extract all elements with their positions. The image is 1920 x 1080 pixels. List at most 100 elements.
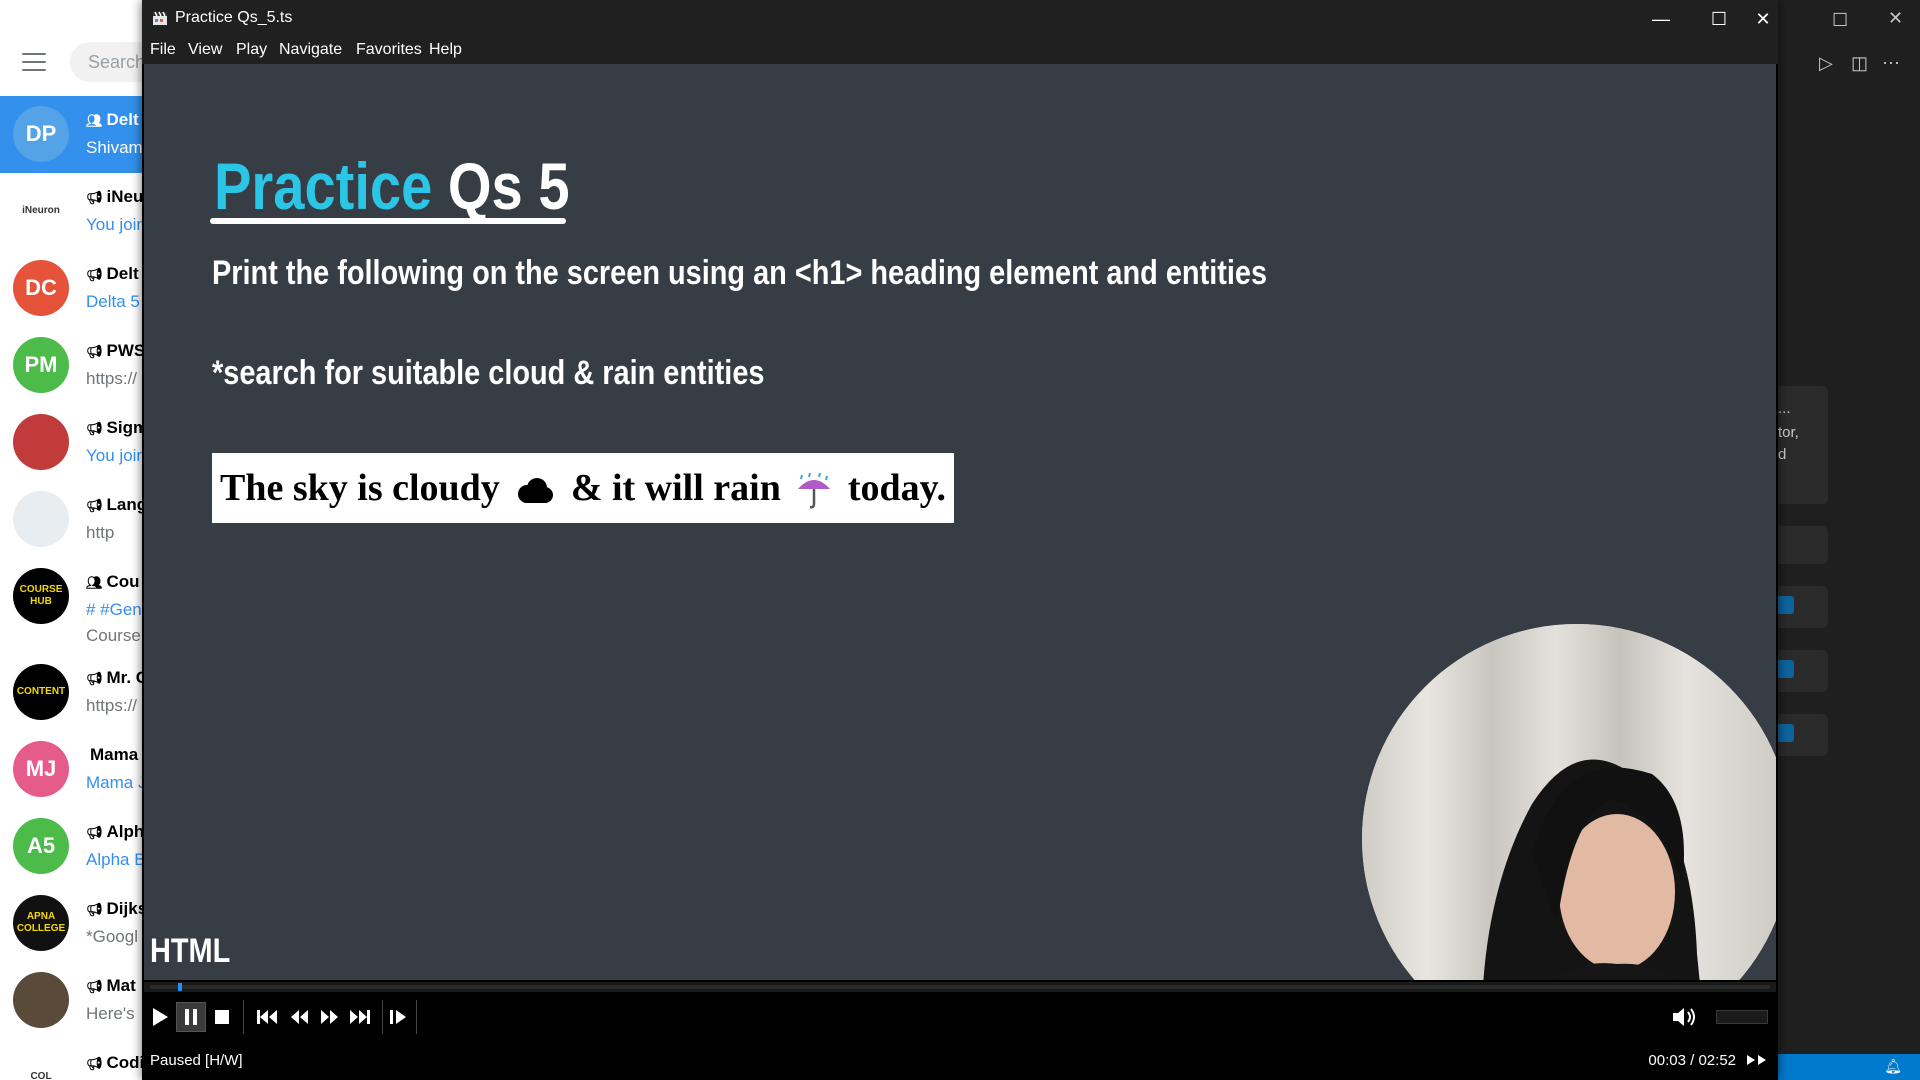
window-title: Practice Qs_5.ts — [175, 9, 293, 26]
menu-play[interactable]: Play — [236, 41, 267, 59]
slide-title-rest: Qs 5 — [447, 149, 570, 223]
frame-step-button[interactable] — [383, 1002, 413, 1032]
chat-snippet: Here's — [86, 1004, 135, 1023]
rewind-button[interactable] — [284, 1002, 314, 1032]
chat-list-item[interactable]: DP 👥︎ Delt Shivam — [0, 96, 160, 173]
presenter-image — [1362, 624, 1776, 980]
chat-list-item[interactable]: A5 📢︎ Alph Alpha B — [0, 808, 160, 885]
megaphone-icon: 📢︎ — [86, 979, 103, 994]
example-output-box: The sky is cloudy & it will rain today. — [212, 453, 954, 523]
more-actions-icon[interactable]: ⋯ — [1882, 53, 1900, 74]
chat-name-text: Mat — [106, 976, 136, 995]
chat-list-item[interactable]: PM 📢︎ PWS https:// — [0, 327, 160, 404]
avatar: CONTENT — [13, 664, 69, 720]
avatar: iNeuron — [13, 183, 69, 239]
rewind-icon — [291, 1010, 308, 1024]
notification-bell-icon[interactable]: 🔔︎ — [1884, 1058, 1902, 1075]
chat-list-item[interactable]: DC 📢︎ Delt Delta 5 — [0, 250, 160, 327]
split-editor-icon[interactable]: ◫ — [1851, 53, 1868, 74]
chat-list-item[interactable]: 📢︎ Lang http — [0, 481, 160, 558]
editor-status-bar: 🔔︎ — [1778, 1054, 1920, 1080]
chat-snippet: Delta 5 — [86, 292, 140, 311]
slide-title: Practice Qs 5 — [214, 148, 570, 224]
media-player-window: Practice Qs_5.ts — ☐ ✕ File View Play Na… — [142, 0, 1778, 1080]
play-button[interactable] — [145, 1002, 175, 1032]
chat-list-item[interactable]: COURSE HUB 👥︎ Cou # #Gen Course — [0, 558, 160, 654]
chat-name-text: Delt — [106, 110, 139, 129]
chat-list-item[interactable]: CONTENT 📢︎ Mr. C https:// — [0, 654, 160, 731]
menu-view[interactable]: View — [188, 41, 222, 59]
clapperboard-icon — [153, 11, 167, 25]
pause-button[interactable] — [176, 1002, 206, 1032]
chat-list-item[interactable]: iNeuron 📢︎ iNeu You join — [0, 173, 160, 250]
avatar: COL — [13, 1049, 69, 1080]
hamburger-menu-icon[interactable] — [22, 53, 46, 71]
chat-name: 📢︎ Sigm — [86, 418, 148, 438]
maximize-icon[interactable]: ☐ — [1832, 10, 1848, 31]
group-icon: 👥︎ — [86, 113, 103, 128]
megaphone-icon: 📢︎ — [86, 267, 103, 282]
chat-list-item[interactable]: MJ Mama J Mama J — [0, 731, 160, 808]
avatar: A5 — [13, 818, 69, 874]
mute-button[interactable] — [1670, 1002, 1700, 1032]
stop-button[interactable] — [207, 1002, 237, 1032]
minimize-button[interactable]: — — [1632, 0, 1690, 38]
seek-bar[interactable] — [144, 982, 1776, 992]
playback-controls — [142, 994, 1778, 1042]
chat-name: 📢︎ Lang — [86, 495, 147, 515]
chat-list-item[interactable]: COL 📢︎ Codi — [0, 1039, 160, 1080]
menu-favorites[interactable]: Favorites — [356, 41, 422, 59]
chat-list-item[interactable]: APNA COLLEGE 📢︎ Dijks *Googl — [0, 885, 160, 962]
example-text: The sky is cloudy — [220, 467, 500, 509]
megaphone-icon: 📢︎ — [86, 671, 103, 686]
avatar: APNA COLLEGE — [13, 895, 69, 951]
run-icon[interactable]: ▷ — [1819, 53, 1833, 74]
avatar: DC — [13, 260, 69, 316]
panel-item[interactable] — [1778, 526, 1828, 564]
chat-list-item[interactable]: 📢︎ Mat Here's — [0, 962, 160, 1039]
close-button[interactable]: ✕ — [1748, 0, 1778, 38]
chat-name: 📢︎ iNeu — [86, 187, 143, 207]
presenter-webcam — [1362, 624, 1776, 980]
title-underline — [210, 218, 566, 224]
player-menu-bar: File View Play Navigate Favorites Help — [142, 38, 1778, 64]
maximize-button[interactable]: ☐ — [1690, 0, 1748, 38]
menu-help[interactable]: Help — [429, 41, 462, 59]
example-text: & it will rain — [570, 467, 781, 509]
volume-slider[interactable] — [1716, 1010, 1768, 1024]
fast-forward-button[interactable] — [315, 1002, 345, 1032]
menu-file[interactable]: File — [150, 41, 176, 59]
chat-app-header: Search — [0, 0, 160, 96]
megaphone-icon: 📢︎ — [86, 190, 103, 205]
chat-name: 📢︎ Delt — [86, 264, 139, 284]
menu-navigate[interactable]: Navigate — [279, 41, 342, 59]
chat-name-text: Alph — [106, 822, 145, 841]
chat-name: 📢︎ Mat — [86, 976, 136, 996]
chat-snippet: http — [86, 523, 115, 542]
chat-snippet: You join — [86, 215, 146, 234]
topic-label: HTML — [150, 932, 231, 970]
chat-app: Search DP 👥︎ Delt Shivam iNeuron 📢︎ iNeu You jo… — [0, 0, 160, 1080]
playback-rate-icon[interactable] — [1746, 1052, 1768, 1068]
video-frame[interactable]: Practice Qs 5 Print the following on the… — [144, 64, 1776, 980]
pause-icon — [185, 1009, 197, 1025]
chat-snippet: You join — [86, 446, 146, 465]
group-icon: 👥︎ — [86, 575, 103, 590]
chat-snippet: Shivam — [86, 138, 143, 157]
previous-button[interactable] — [252, 1002, 282, 1032]
chat-snippet: Alpha B — [86, 850, 146, 869]
chat-name-text: Codi — [106, 1053, 145, 1072]
seek-track — [150, 985, 1770, 989]
play-icon — [153, 1008, 168, 1026]
chat-snippet: # #Gen — [86, 600, 142, 619]
chat-list-item[interactable]: 📢︎ Sigm You join — [0, 404, 160, 481]
chat-snippet: https:// — [86, 696, 138, 715]
chat-name: 📢︎ PWS — [86, 341, 145, 361]
close-icon[interactable]: ✕ — [1888, 8, 1903, 29]
time-display: 00:03 / 02:52 — [1648, 1052, 1736, 1069]
playback-status: Paused [H/W] — [150, 1052, 243, 1069]
next-button[interactable] — [345, 1002, 375, 1032]
chat-name: 👥︎ Delt — [86, 110, 139, 130]
chat-name-text: Delt — [106, 264, 139, 283]
chat-name-text: Cou — [106, 572, 140, 591]
